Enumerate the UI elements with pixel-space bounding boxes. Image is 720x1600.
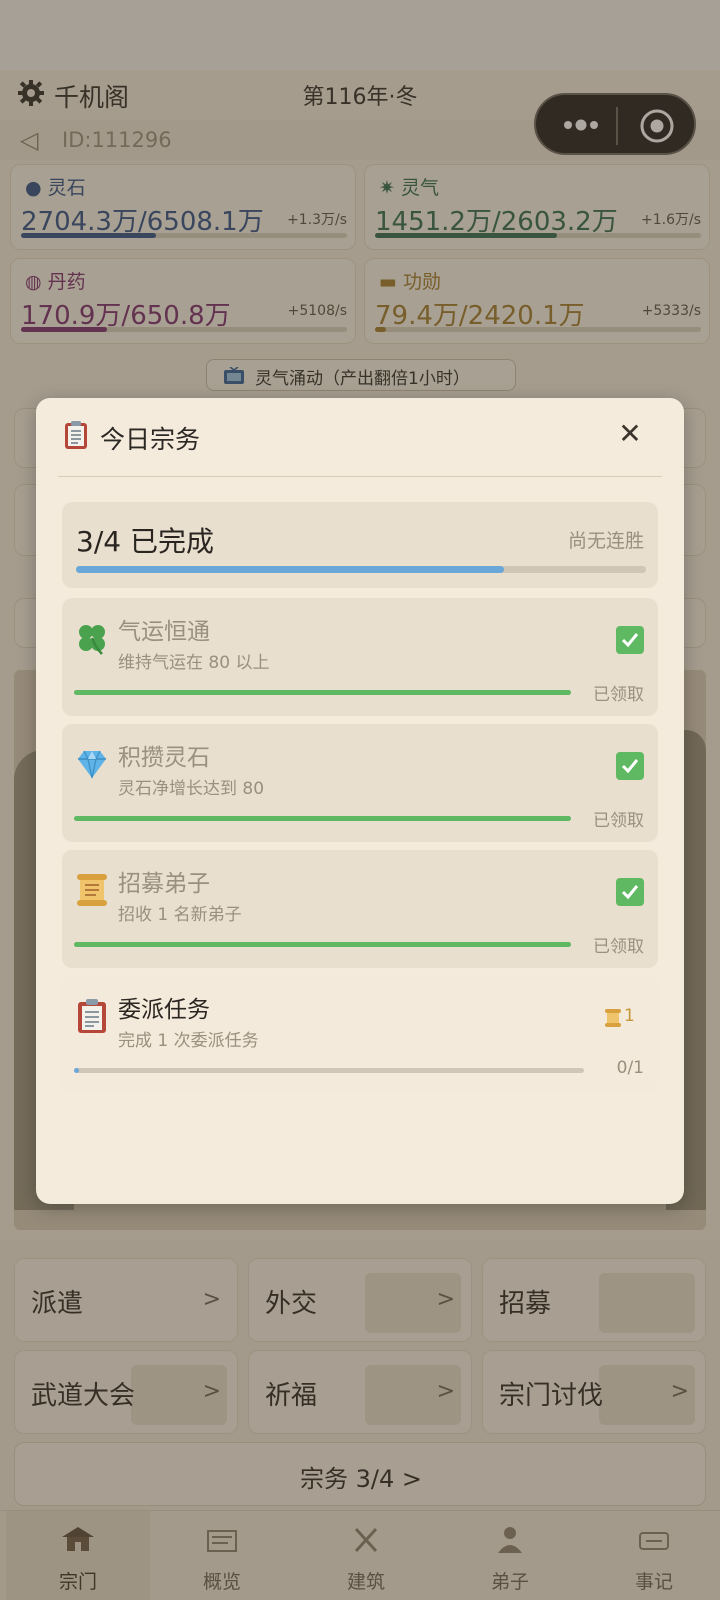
streak-status: 尚无连胜	[567, 530, 644, 552]
task-desc: 招收 1 名新弟子	[118, 905, 242, 925]
completion-count: 3/4 已完成	[76, 525, 214, 558]
task-progress-fill	[74, 690, 571, 695]
task-card: 积攒灵石 灵石净增长达到 80 已领取	[62, 724, 658, 842]
task-card: 气运恒通 维持气运在 80 以上 已领取	[62, 598, 658, 716]
reward-count: 1	[624, 1006, 635, 1026]
scroll-icon	[77, 874, 107, 906]
task-progress-bar	[74, 690, 571, 695]
checkbox-checked-icon	[616, 626, 644, 654]
clipboard-icon	[65, 421, 87, 449]
task-status: 已领取	[593, 685, 644, 705]
scroll-icon	[605, 1009, 621, 1027]
task-name: 委派任务	[118, 997, 210, 1023]
task-desc: 灵石净增长达到 80	[118, 779, 265, 799]
clipboard-icon	[78, 999, 106, 1033]
clover-icon	[79, 625, 105, 655]
task-name: 积攒灵石	[118, 745, 210, 771]
task-desc: 完成 1 次委派任务	[118, 1031, 259, 1051]
diamond-icon	[78, 750, 106, 779]
task-name: 气运恒通	[118, 619, 210, 645]
task-desc: 维持气运在 80 以上	[118, 653, 270, 673]
modal-title: 今日宗务	[100, 425, 201, 454]
summary-progress-fill	[76, 566, 504, 573]
task-status: 0/1	[616, 1058, 644, 1078]
task-name: 招募弟子	[118, 871, 210, 897]
checkbox-checked-icon	[616, 752, 644, 780]
task-progress-bar	[74, 1068, 584, 1073]
daily-duty-modal: 今日宗务 ✕ 3/4 已完成 尚无连胜 气运恒通 维持气运在 80 以上 已领取…	[36, 398, 684, 1204]
task-status: 已领取	[593, 811, 644, 831]
divider	[58, 476, 662, 477]
task-card: 委派任务 完成 1 次委派任务 1 0/1	[62, 976, 658, 1094]
task-progress-bar	[74, 816, 571, 821]
task-progress-fill	[74, 1068, 80, 1073]
checkbox-checked-icon	[616, 878, 644, 906]
task-status: 已领取	[593, 937, 644, 957]
task-progress-bar	[74, 942, 571, 947]
duty-summary: 3/4 已完成 尚无连胜	[62, 502, 658, 588]
task-reward: 1	[604, 1006, 644, 1030]
task-card: 招募弟子 招收 1 名新弟子 已领取	[62, 850, 658, 968]
close-icon[interactable]: ✕	[614, 416, 646, 452]
summary-progress-bar	[76, 566, 646, 573]
task-progress-fill	[74, 816, 571, 821]
task-progress-fill	[74, 942, 571, 947]
